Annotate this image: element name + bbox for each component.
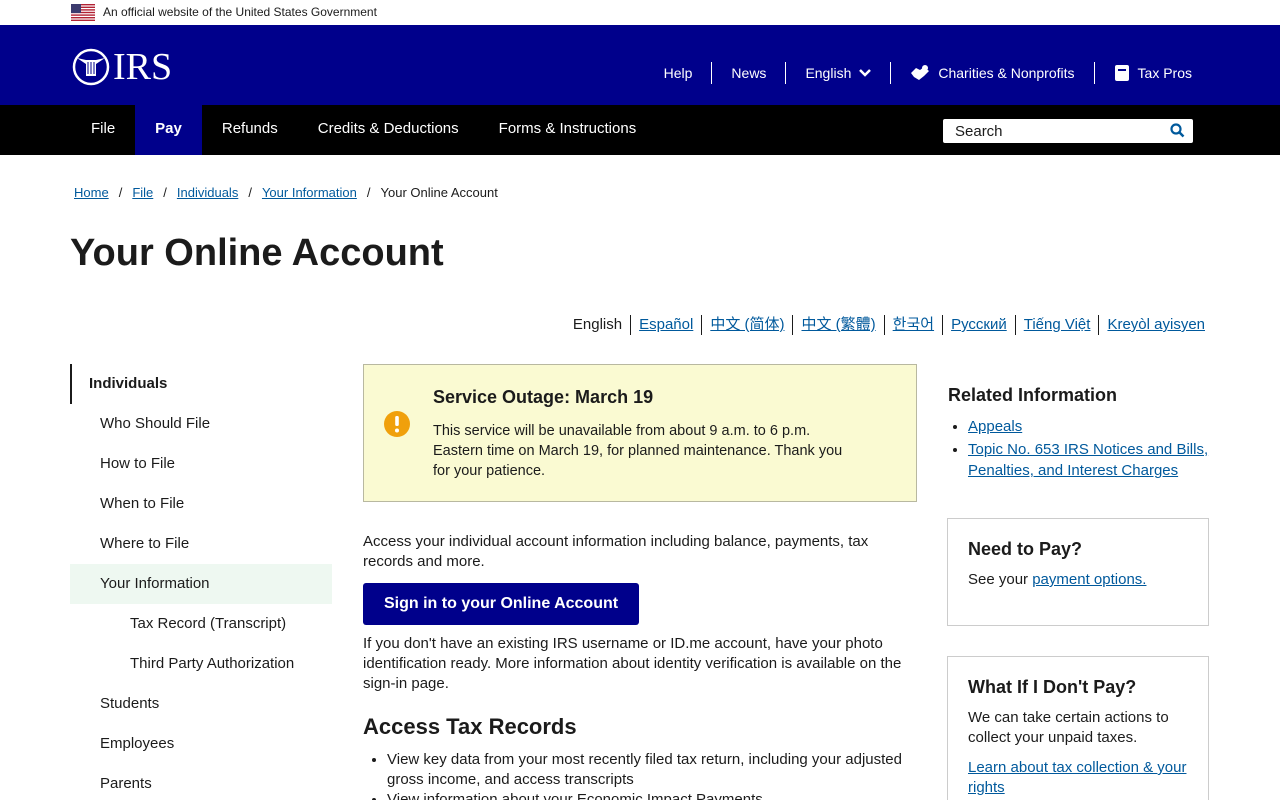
charities-label: Charities & Nonprofits [938, 65, 1075, 81]
breadcrumb-current: Your Online Account [380, 185, 498, 200]
lang-chinese-simplified[interactable]: 中文 (简体) [701, 315, 792, 335]
breadcrumb-separator: / [163, 185, 167, 200]
sidebar-item-students[interactable]: Students [70, 684, 332, 724]
handshake-icon [911, 65, 930, 80]
sidebar-item-when-to-file[interactable]: When to File [70, 484, 332, 524]
service-outage-alert: Service Outage: March 19 This service wi… [363, 364, 917, 502]
breadcrumb-home[interactable]: Home [74, 185, 109, 200]
alert-title: Service Outage: March 19 [433, 387, 654, 407]
tax-pros-link[interactable]: Tax Pros [1093, 62, 1192, 84]
lang-chinese-traditional[interactable]: 中文 (繁體) [792, 315, 883, 335]
list-item: Topic No. 653 IRS Notices and Bills, Pen… [968, 439, 1210, 481]
need-to-pay-text: See your payment options. [968, 570, 1188, 590]
sidebar-item-parents[interactable]: Parents [70, 764, 332, 800]
warning-icon [384, 411, 410, 437]
main-nav: File Pay Refunds Credits & Deductions Fo… [0, 105, 1280, 155]
need-to-pay-prefix: See your [968, 571, 1033, 588]
sidebar-item-how-to-file[interactable]: How to File [70, 444, 332, 484]
identity-info-text: If you don't have an existing IRS userna… [363, 635, 902, 692]
section-heading-access-tax-records: Access Tax Records [363, 714, 577, 739]
breadcrumb-file[interactable]: File [132, 185, 153, 200]
nav-credits-deductions[interactable]: Credits & Deductions [298, 105, 479, 155]
search-box [943, 119, 1193, 143]
list-item: Appeals [968, 416, 1210, 437]
list-item: View key data from your most recently fi… [387, 750, 917, 790]
gov-banner-text: An official website of the United States… [103, 5, 377, 19]
sidebar-item-who-should-file[interactable]: Who Should File [70, 404, 332, 444]
sidebar-item-individuals[interactable]: Individuals [70, 364, 332, 404]
site-header: IRS Help News English Charities & Nonpro… [0, 25, 1280, 105]
intro-text: Access your individual account informati… [363, 533, 869, 570]
lang-spanish[interactable]: Español [630, 315, 701, 335]
gov-banner: An official website of the United States… [0, 0, 1280, 25]
language-selector-label: English [805, 65, 852, 81]
nav-forms-instructions[interactable]: Forms & Instructions [479, 105, 657, 155]
related-info-title: Related Information [948, 385, 1118, 405]
sidebar-item-your-information[interactable]: Your Information [70, 564, 332, 604]
payment-options-link[interactable]: payment options. [1032, 571, 1146, 588]
tax-pros-label: Tax Pros [1137, 65, 1192, 81]
tax-records-list: View key data from your most recently fi… [363, 750, 917, 800]
sidebar-item-third-party-authorization[interactable]: Third Party Authorization [70, 644, 332, 684]
need-to-pay-card: Need to Pay? See your payment options. [947, 518, 1209, 626]
lang-current: English [572, 316, 623, 333]
search-icon[interactable] [1170, 123, 1185, 138]
news-link[interactable]: News [711, 62, 785, 84]
breadcrumb-separator: / [118, 185, 123, 200]
nav-file[interactable]: File [71, 105, 135, 155]
language-bar: English Español 中文 (简体) 中文 (繁體) 한국어 Русс… [565, 315, 1205, 335]
lang-haitian-creole[interactable]: Kreyòl ayisyen [1098, 315, 1205, 335]
sidebar-item-employees[interactable]: Employees [70, 724, 332, 764]
language-selector[interactable]: English [785, 62, 890, 84]
right-sidebar: Related Information Appeals Topic No. 65… [947, 385, 1210, 800]
related-link-appeals[interactable]: Appeals [968, 418, 1022, 435]
help-link[interactable]: Help [664, 62, 712, 84]
chevron-down-icon [859, 69, 872, 77]
sidebar-item-tax-record[interactable]: Tax Record (Transcript) [70, 604, 332, 644]
sidebar-nav: Individuals Who Should File How to File … [70, 364, 332, 800]
alert-body: This service will be unavailable from ab… [433, 423, 843, 479]
dont-pay-card: What If I Don't Pay? We can take certain… [947, 656, 1209, 800]
related-info-list: Appeals Topic No. 653 IRS Notices and Bi… [948, 416, 1210, 481]
page-title: Your Online Account [70, 232, 444, 274]
breadcrumb-your-information[interactable]: Your Information [262, 185, 357, 200]
eagle-logo-icon [72, 48, 110, 86]
dont-pay-text: We can take certain actions to collect y… [968, 709, 1169, 746]
breadcrumb-separator: / [366, 185, 371, 200]
breadcrumb-individuals[interactable]: Individuals [177, 185, 238, 200]
list-item: View information about your Economic Imp… [387, 790, 917, 800]
search-input[interactable] [943, 119, 1163, 143]
lang-russian[interactable]: Русский [942, 315, 1015, 335]
nav-pay[interactable]: Pay [135, 105, 202, 155]
breadcrumb-separator: / [248, 185, 252, 200]
charities-link[interactable]: Charities & Nonprofits [890, 62, 1093, 84]
lang-vietnamese[interactable]: Tiếng Việt [1014, 315, 1099, 335]
book-icon [1114, 65, 1129, 81]
breadcrumb: Home / File / Individuals / Your Informa… [74, 185, 498, 200]
sidebar-item-where-to-file[interactable]: Where to File [70, 524, 332, 564]
tax-collection-rights-link[interactable]: Learn about tax collection & your rights [968, 758, 1188, 798]
us-flag-icon [71, 4, 95, 21]
irs-logo[interactable]: IRS [71, 48, 172, 86]
dont-pay-title: What If I Don't Pay? [968, 677, 1137, 697]
utility-nav: Help News English Charities & Nonprofits… [664, 61, 1192, 85]
main-content: Service Outage: March 19 This service wi… [363, 364, 917, 800]
sign-in-button[interactable]: Sign in to your Online Account [363, 583, 640, 625]
lang-korean[interactable]: 한국어 [883, 315, 942, 335]
need-to-pay-title: Need to Pay? [968, 539, 1083, 559]
logo-text: IRS [113, 46, 173, 88]
related-link-topic-653[interactable]: Topic No. 653 IRS Notices and Bills, Pen… [968, 441, 1208, 479]
nav-refunds[interactable]: Refunds [202, 105, 298, 155]
